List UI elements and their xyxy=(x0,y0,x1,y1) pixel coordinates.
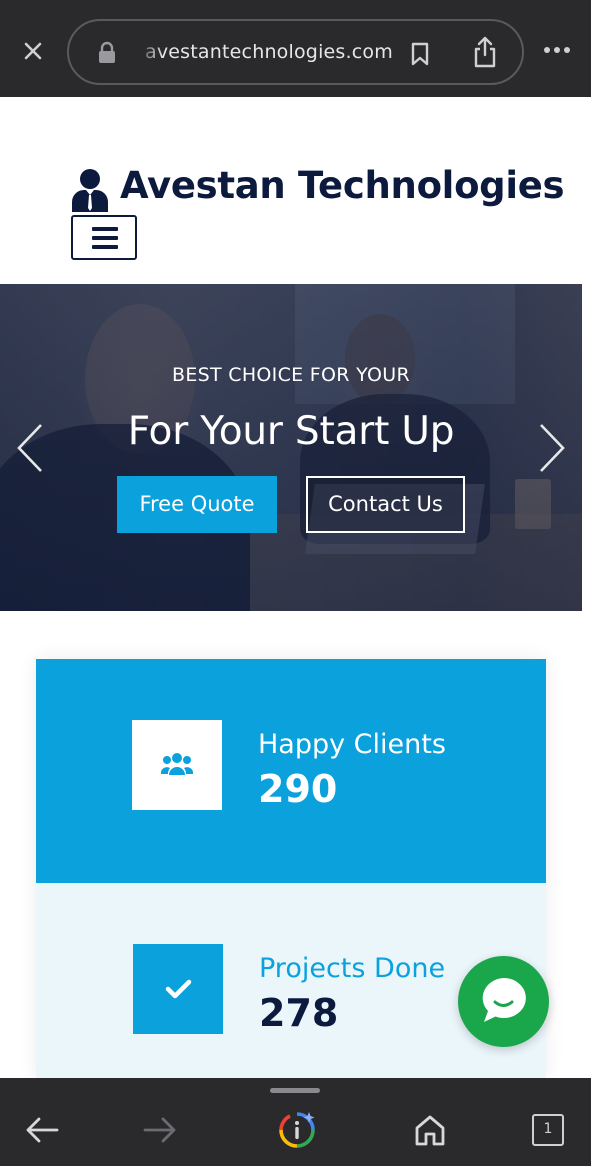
chat-bubble-icon[interactable] xyxy=(458,956,549,1047)
share-icon[interactable] xyxy=(471,35,499,69)
back-arrow-icon[interactable] xyxy=(24,1116,60,1144)
free-quote-button[interactable]: Free Quote xyxy=(117,476,277,533)
stat-card: Happy Clients 290 xyxy=(36,659,546,883)
page: avestantechnologies.com Avestan Technolo… xyxy=(0,0,591,1166)
contact-us-button[interactable]: Contact Us xyxy=(306,476,465,533)
google-assistant-icon[interactable] xyxy=(278,1111,316,1149)
hero-carousel: BEST CHOICE FOR YOUR For Your Start Up F… xyxy=(0,284,582,611)
check-icon xyxy=(133,944,223,1034)
brand-name[interactable]: Avestan Technologies xyxy=(120,164,565,207)
sheet-handle[interactable] xyxy=(270,1088,320,1093)
stat-value: 278 xyxy=(259,991,339,1035)
url-text[interactable]: avestantechnologies.com xyxy=(145,41,393,63)
bookmark-icon[interactable] xyxy=(409,41,431,67)
url-fade xyxy=(135,33,163,73)
menu-bar xyxy=(92,245,118,249)
stat-label: Projects Done xyxy=(259,953,446,984)
chevron-right-icon[interactable] xyxy=(536,422,568,474)
menu-bar xyxy=(92,236,118,240)
close-icon[interactable] xyxy=(18,36,48,66)
chevron-left-icon[interactable] xyxy=(14,422,46,474)
stat-label: Happy Clients xyxy=(258,729,446,760)
lock-icon xyxy=(97,41,117,65)
hamburger-menu-icon[interactable] xyxy=(71,215,137,260)
browser-top-bar: avestantechnologies.com xyxy=(0,0,591,97)
businessman-icon xyxy=(70,168,110,212)
more-icon[interactable] xyxy=(542,40,572,60)
users-icon xyxy=(132,720,222,810)
home-icon[interactable] xyxy=(412,1112,448,1148)
forward-arrow-icon[interactable] xyxy=(142,1116,178,1144)
tabs-icon[interactable]: 1 xyxy=(532,1114,564,1146)
menu-bar xyxy=(92,227,118,231)
browser-bottom-bar: 1 xyxy=(0,1078,591,1166)
address-bar[interactable]: avestantechnologies.com xyxy=(67,19,524,85)
hero-title: For Your Start Up xyxy=(127,409,455,454)
stat-value: 290 xyxy=(258,767,338,811)
hero-kicker: BEST CHOICE FOR YOUR xyxy=(172,364,410,386)
